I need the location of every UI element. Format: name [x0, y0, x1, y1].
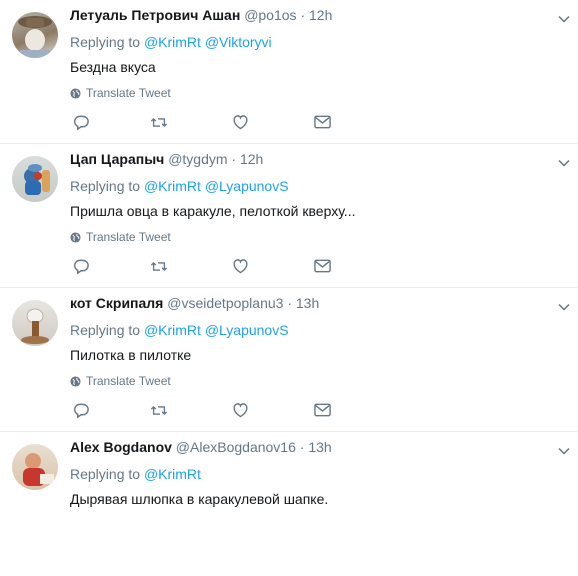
- author-name[interactable]: кот Скрипаля: [70, 295, 163, 311]
- heart-icon[interactable]: [231, 113, 249, 131]
- retweet-icon[interactable]: [150, 257, 168, 275]
- author-handle[interactable]: @AlexBogdanov16: [176, 439, 296, 455]
- avatar[interactable]: [12, 156, 58, 202]
- heart-icon[interactable]: [231, 401, 249, 419]
- heart-icon[interactable]: [231, 257, 249, 275]
- replying-label: Replying to: [70, 466, 141, 482]
- timestamp[interactable]: 12h: [309, 7, 332, 23]
- tweet[interactable]: кот Скрипаля @vseidetpoplanu3 · 13h Repl…: [0, 288, 578, 432]
- mention-link[interactable]: @LyapunovS: [205, 178, 289, 194]
- avatar[interactable]: [12, 300, 58, 346]
- envelope-icon[interactable]: [313, 257, 331, 275]
- separator-dot: ·: [299, 439, 305, 455]
- separator-dot: ·: [300, 7, 306, 23]
- timestamp[interactable]: 13h: [296, 295, 319, 311]
- tweet[interactable]: Цап Царапыч @tygdym · 12h Replying to @K…: [0, 144, 578, 288]
- replying-to: Replying to @KrimRt: [70, 465, 568, 483]
- replying-label: Replying to: [70, 34, 141, 50]
- timestamp[interactable]: 12h: [240, 151, 263, 167]
- tweet-header: Летуаль Петрович Ашан @po1os · 12h: [70, 6, 568, 24]
- mention-link[interactable]: @LyapunovS: [205, 322, 289, 338]
- author-handle[interactable]: @vseidetpoplanu3: [167, 295, 283, 311]
- tweet-header: Цап Царапыч @tygdym · 12h: [70, 150, 568, 168]
- separator-dot: ·: [231, 151, 237, 167]
- author-handle[interactable]: @tygdym: [168, 151, 227, 167]
- translate-tweet-link[interactable]: Translate Tweet: [70, 230, 568, 244]
- tweet-text: Пилотка в пилотке: [70, 347, 192, 363]
- replying-label: Replying to: [70, 322, 141, 338]
- replying-to: Replying to @KrimRt @LyapunovS: [70, 177, 568, 195]
- tweet-actions: [70, 257, 331, 275]
- mention-link[interactable]: @KrimRt: [144, 178, 201, 194]
- author-name[interactable]: Летуаль Петрович Ашан: [70, 7, 240, 23]
- avatar[interactable]: [12, 444, 58, 490]
- tweet-actions: [70, 113, 331, 131]
- chevron-down-icon[interactable]: [558, 154, 570, 172]
- translate-label: Translate Tweet: [86, 374, 171, 388]
- tweet-actions: [70, 401, 331, 419]
- replying-label: Replying to: [70, 178, 141, 194]
- reply-icon[interactable]: [72, 113, 90, 131]
- mention-link[interactable]: @Viktoryvi: [205, 34, 272, 50]
- separator-dot: ·: [287, 295, 292, 311]
- author-name[interactable]: Alex Bogdanov: [70, 439, 172, 455]
- translate-label: Translate Tweet: [86, 86, 171, 100]
- mention-link[interactable]: @KrimRt: [144, 466, 201, 482]
- tweet-text: Дырявая шлюпка в каракулевой шапке.: [70, 491, 329, 507]
- timestamp[interactable]: 13h: [308, 439, 331, 455]
- translate-tweet-link[interactable]: Translate Tweet: [70, 374, 568, 388]
- avatar[interactable]: [12, 12, 58, 58]
- chevron-down-icon[interactable]: [558, 10, 570, 28]
- tweet-text: Бездна вкуса: [70, 59, 156, 75]
- chevron-down-icon[interactable]: [558, 442, 570, 460]
- globe-icon: [70, 231, 81, 243]
- translate-label: Translate Tweet: [86, 230, 171, 244]
- replying-to: Replying to @KrimRt @Viktoryvi: [70, 33, 568, 51]
- reply-icon[interactable]: [72, 257, 90, 275]
- envelope-icon[interactable]: [313, 401, 331, 419]
- retweet-icon[interactable]: [150, 401, 168, 419]
- globe-icon: [70, 375, 81, 387]
- tweet-text: Пришла овца в каракуле, пелоткой кверху.…: [70, 203, 356, 219]
- mention-link[interactable]: @KrimRt: [144, 34, 201, 50]
- tweet-header: Alex Bogdanov @AlexBogdanov16 · 13h: [70, 438, 568, 456]
- author-handle[interactable]: @po1os: [244, 7, 296, 23]
- chevron-down-icon[interactable]: [558, 298, 570, 316]
- retweet-icon[interactable]: [150, 113, 168, 131]
- mention-link[interactable]: @KrimRt: [144, 322, 201, 338]
- tweet[interactable]: Alex Bogdanov @AlexBogdanov16 · 13h Repl…: [0, 432, 578, 576]
- tweet[interactable]: Летуаль Петрович Ашан @po1os · 12h Reply…: [0, 0, 578, 144]
- translate-tweet-link[interactable]: Translate Tweet: [70, 86, 568, 100]
- tweet-header: кот Скрипаля @vseidetpoplanu3 · 13h: [70, 294, 568, 312]
- replying-to: Replying to @KrimRt @LyapunovS: [70, 321, 568, 339]
- globe-icon: [70, 87, 81, 99]
- author-name[interactable]: Цап Царапыч: [70, 151, 164, 167]
- reply-icon[interactable]: [72, 401, 90, 419]
- envelope-icon[interactable]: [313, 113, 331, 131]
